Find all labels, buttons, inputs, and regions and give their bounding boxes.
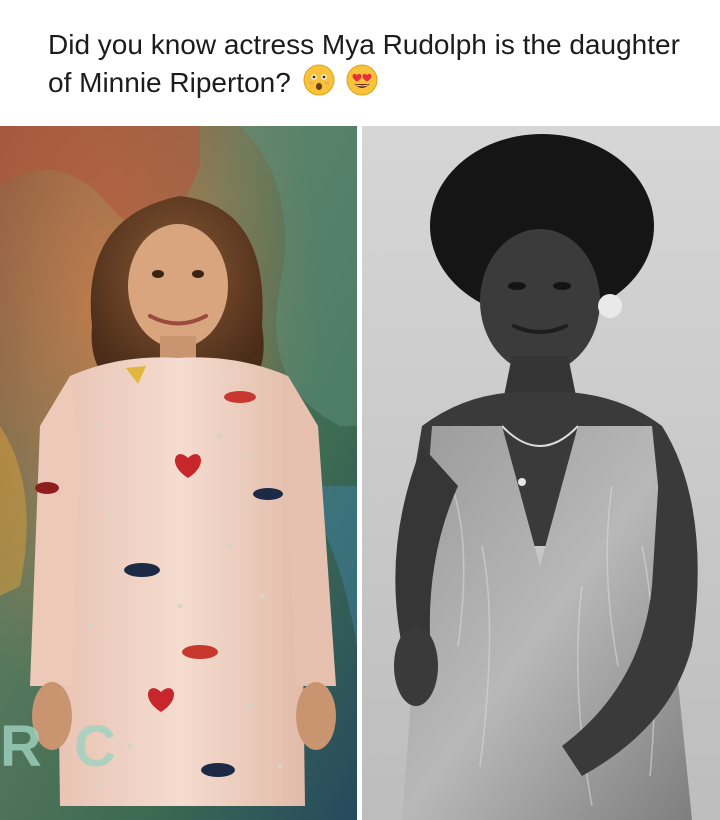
- photo-maya-rudolph: R C: [0, 126, 357, 820]
- heart-eyes-face-icon: [346, 64, 378, 106]
- meme-post: Did you know actress Mya Rudolph is the …: [0, 0, 720, 820]
- photo-collage: R C: [0, 126, 720, 820]
- backdrop-letters: R C: [0, 714, 116, 779]
- post-caption: Did you know actress Mya Rudolph is the …: [48, 26, 688, 106]
- astonished-face-icon: [303, 64, 335, 106]
- photo-minnie-riperton: [362, 126, 720, 820]
